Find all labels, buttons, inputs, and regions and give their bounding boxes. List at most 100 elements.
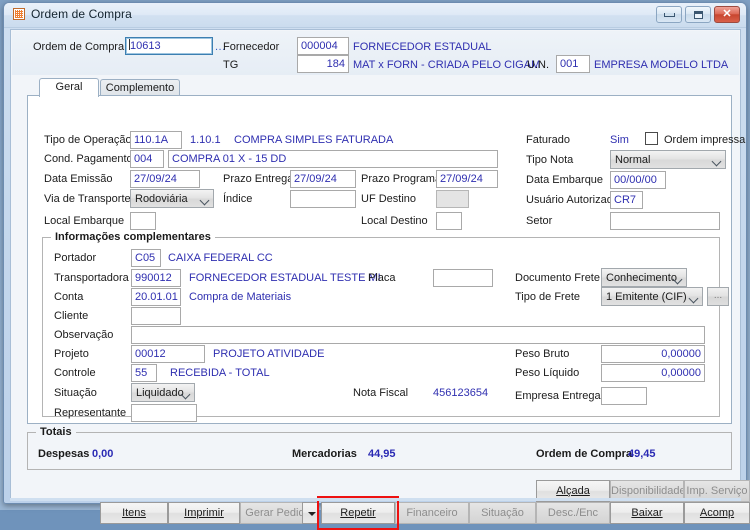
window-title: Ordem de Compra [31, 7, 132, 21]
tg-input[interactable]: 184 [297, 55, 349, 73]
tabstrip: Geral Complemento [27, 78, 739, 95]
indice-label: Índice [223, 193, 252, 205]
portador-label: Portador [54, 252, 96, 264]
placa-label: Placa [368, 272, 396, 284]
tipo-nota-select[interactable]: Normal [610, 150, 726, 169]
transportadora-input[interactable]: 990012 [131, 269, 181, 287]
observacao-input[interactable] [131, 326, 705, 344]
cond-pagamento-input[interactable]: 004 [130, 150, 164, 168]
representante-label: Representante [54, 407, 126, 419]
mercadorias-value: 44,95 [368, 448, 396, 460]
tipo-operacao-desc-text: COMPRA SIMPLES FATURADA [234, 134, 393, 146]
mercadorias-label: Mercadorias [292, 448, 357, 460]
setor-input[interactable] [610, 212, 720, 230]
via-transporte-select[interactable]: Rodoviária [130, 189, 214, 208]
portador-input[interactable]: C05 [131, 249, 161, 267]
portador-desc-text: CAIXA FEDERAL CC [168, 252, 273, 264]
projeto-input[interactable]: 00012 [131, 345, 205, 363]
cond-pagamento-desc-input[interactable]: COMPRA 01 X - 15 DD [168, 150, 498, 168]
faturado-label: Faturado [526, 134, 570, 146]
conta-label: Conta [54, 291, 83, 303]
acomp-button[interactable]: Acomp [684, 502, 750, 524]
observacao-label: Observação [54, 329, 113, 341]
controle-input[interactable]: 55 [131, 364, 157, 382]
un-label: U.N. [527, 59, 549, 71]
tab-geral[interactable]: Geral [39, 78, 99, 97]
close-icon[interactable]: ✕ [714, 6, 740, 23]
order-header-panel: Ordem de Compra 10613 ... Fornecedor 000… [12, 31, 739, 75]
empresa-entrega-input[interactable] [601, 387, 647, 405]
tipo-frete-select[interactable]: 1 Emitente (CIF) [601, 287, 703, 306]
peso-liquido-input[interactable]: 0,00000 [601, 364, 705, 382]
data-emissao-input[interactable]: 27/09/24 [130, 170, 200, 188]
window-client-area: Ordem de Compra 10613 ... Fornecedor 000… [10, 29, 741, 499]
usuario-autorizado-label: Usuário Autorizado [526, 194, 619, 206]
fornecedor-code-input[interactable]: 000004 [297, 37, 349, 55]
baixar-button[interactable]: Baixar [610, 502, 684, 524]
ordem-compra-total-value: 49,45 [628, 448, 656, 460]
ordem-impressa-checkbox[interactable] [645, 132, 658, 145]
conta-input[interactable]: 20.01.01 [131, 288, 181, 306]
despesas-value: 0,00 [92, 448, 113, 460]
window-titlebar[interactable]: Ordem de Compra ✕ [4, 3, 746, 28]
tipo-operacao-label: Tipo de Operação [44, 134, 132, 146]
ordem-de-compra-label: Ordem de Compra [33, 41, 124, 53]
local-destino-label: Local Destino [361, 215, 428, 227]
situacao-select[interactable]: Liquidado [131, 383, 195, 402]
data-embarque-label: Data Embarque [526, 174, 603, 186]
empresa-entrega-label: Empresa Entrega [515, 390, 601, 402]
documento-frete-select[interactable]: Conhecimento [601, 268, 687, 287]
cond-pagamento-label: Cond. Pagamento [44, 153, 133, 165]
via-transporte-label: Via de Transporte [44, 193, 131, 205]
prazo-programado-input[interactable]: 27/09/24 [436, 170, 498, 188]
indice-input[interactable] [290, 190, 356, 208]
transportadora-desc-text: FORNECEDOR ESTADUAL TESTE MI [189, 272, 381, 284]
minimize-icon[interactable] [656, 6, 682, 23]
ordem-de-compra-input[interactable]: 10613 [125, 37, 213, 55]
financeiro-button: Financeiro [395, 502, 469, 524]
ordem-impressa-label: Ordem impressa [664, 134, 745, 146]
complementares-group: Informações complementares Portador C05 … [42, 237, 720, 417]
setor-label: Setor [526, 215, 552, 227]
ordem-compra-total-label: Ordem de Compra [536, 448, 632, 460]
usuario-autorizado-input[interactable]: CR7 [610, 191, 643, 209]
desc-enc-button: Desc./Enc [536, 502, 610, 524]
situacao-button: Situação [469, 502, 536, 524]
purchase-order-window: Ordem de Compra ✕ Ordem de Compra 10613 … [3, 2, 747, 504]
projeto-label: Projeto [54, 348, 89, 360]
tab-panel-geral: Tipo de Operação 110.1A 1.10.1 COMPRA SI… [27, 95, 732, 424]
data-emissao-label: Data Emissão [44, 173, 112, 185]
tipo-frete-label: Tipo de Frete [515, 291, 580, 303]
uf-destino-label: UF Destino [361, 193, 416, 205]
tipo-nota-label: Tipo Nota [526, 154, 573, 166]
situacao-label: Situação [54, 387, 97, 399]
tab-complemento[interactable]: Complemento [100, 79, 180, 96]
controle-desc-text: RECEBIDA - TOTAL [170, 367, 270, 379]
gerar-pedido-dropdown-icon[interactable] [302, 502, 318, 524]
nota-fiscal-label: Nota Fiscal [353, 387, 408, 399]
data-embarque-input[interactable]: 00/00/00 [610, 171, 666, 189]
peso-bruto-input[interactable]: 0,00000 [601, 345, 705, 363]
local-embarque-input[interactable] [130, 212, 156, 230]
itens-button[interactable]: Itens [100, 502, 168, 524]
maximize-icon[interactable] [685, 6, 711, 23]
uf-destino-input [436, 190, 469, 208]
prazo-entrega-label: Prazo Entrega [223, 173, 293, 185]
cliente-input[interactable] [131, 307, 181, 325]
documento-frete-label: Documento Frete [515, 272, 600, 284]
tg-label: TG [223, 59, 238, 71]
tipo-operacao-input[interactable]: 110.1A [130, 131, 182, 149]
tipo-frete-more-button[interactable]: ... [707, 287, 729, 306]
faturado-value-text: Sim [610, 134, 629, 146]
cliente-label: Cliente [54, 310, 88, 322]
un-input[interactable]: 001 [556, 55, 590, 73]
conta-desc-text: Compra de Materiais [189, 291, 291, 303]
local-destino-input[interactable] [436, 212, 462, 230]
placa-input[interactable] [433, 269, 493, 287]
un-name-text: EMPRESA MODELO LTDA [594, 59, 728, 71]
prazo-entrega-input[interactable]: 27/09/24 [290, 170, 356, 188]
controle-label: Controle [54, 367, 96, 379]
imprimir-button[interactable]: Imprimir [168, 502, 240, 524]
window-controls: ✕ [656, 6, 740, 23]
representante-input[interactable] [131, 404, 197, 422]
